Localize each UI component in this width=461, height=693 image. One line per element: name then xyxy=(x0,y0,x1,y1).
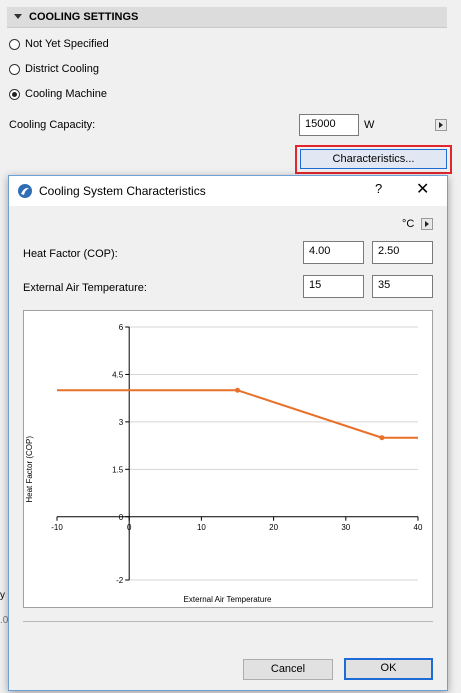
y-tick-label: 1.5 xyxy=(112,465,124,474)
ext-temp-input-2[interactable]: 35 xyxy=(372,275,433,298)
dialog-titlebar[interactable]: Cooling System Characteristics ? ✕ xyxy=(9,176,447,206)
peek-text: y xyxy=(0,590,5,601)
capacity-unit: W xyxy=(364,119,375,131)
cop-chart: -2 0 1.5 3 4.5 6 -10 0 10 20 30 40 External Air Temp… xyxy=(25,323,423,604)
help-icon[interactable]: ? xyxy=(375,181,382,196)
temperature-unit: °C xyxy=(402,218,415,230)
radio-label: District Cooling xyxy=(25,63,99,75)
y-axis-label: Heat Factor (COP) xyxy=(25,436,34,503)
radio-label: Cooling Machine xyxy=(25,88,107,100)
separator xyxy=(23,621,433,622)
x-tick-label: 0 xyxy=(127,523,132,532)
radio-button[interactable] xyxy=(9,39,20,50)
data-point xyxy=(379,435,385,441)
y-tick-label: -2 xyxy=(116,576,124,585)
heat-factor-input-1[interactable]: 4.00 xyxy=(303,241,364,264)
cooling-characteristics-dialog: Cooling System Characteristics ? ✕ °C He… xyxy=(8,175,448,691)
heat-factor-input-2[interactable]: 2.50 xyxy=(372,241,433,264)
ext-temp-input-1[interactable]: 15 xyxy=(303,275,364,298)
y-tick-label: 4.5 xyxy=(112,370,124,379)
ext-temp-label: External Air Temperature: xyxy=(23,282,147,294)
cooling-capacity-input[interactable]: 15000 xyxy=(299,114,359,136)
x-tick-label: 40 xyxy=(414,523,423,532)
data-point xyxy=(235,387,240,393)
radio-button-selected[interactable] xyxy=(9,89,20,100)
cancel-button[interactable]: Cancel xyxy=(243,659,333,680)
x-tick-label: 20 xyxy=(269,523,278,532)
x-tick-label: 10 xyxy=(197,523,206,532)
unit-menu-arrow-icon[interactable] xyxy=(421,218,433,230)
x-tick-label: 30 xyxy=(341,523,350,532)
cooling-capacity-label: Cooling Capacity: xyxy=(9,119,96,131)
archicad-app-icon xyxy=(18,184,32,198)
collapse-triangle-icon[interactable] xyxy=(14,14,22,19)
radio-button[interactable] xyxy=(9,64,20,75)
y-tick-label: 3 xyxy=(119,418,124,427)
series-line xyxy=(57,389,418,439)
section-title: COOLING SETTINGS xyxy=(29,11,139,23)
cooling-settings-header[interactable]: COOLING SETTINGS xyxy=(7,7,447,28)
chart-container: -2 0 1.5 3 4.5 6 -10 0 10 20 30 40 External Air Temp… xyxy=(23,310,433,608)
capacity-menu-arrow-icon[interactable] xyxy=(435,119,447,131)
radio-label: Not Yet Specified xyxy=(25,38,109,50)
close-icon[interactable]: ✕ xyxy=(416,179,429,199)
ok-button[interactable]: OK xyxy=(344,658,433,680)
x-axis-label: External Air Temperature xyxy=(184,595,272,604)
y-tick-label: 0 xyxy=(119,513,124,522)
y-tick-label: 6 xyxy=(119,323,124,332)
characteristics-button[interactable]: Characteristics... xyxy=(300,149,447,169)
dialog-title: Cooling System Characteristics xyxy=(39,184,206,198)
heat-factor-label: Heat Factor (COP): xyxy=(23,248,118,260)
x-tick-label: -10 xyxy=(51,523,63,532)
